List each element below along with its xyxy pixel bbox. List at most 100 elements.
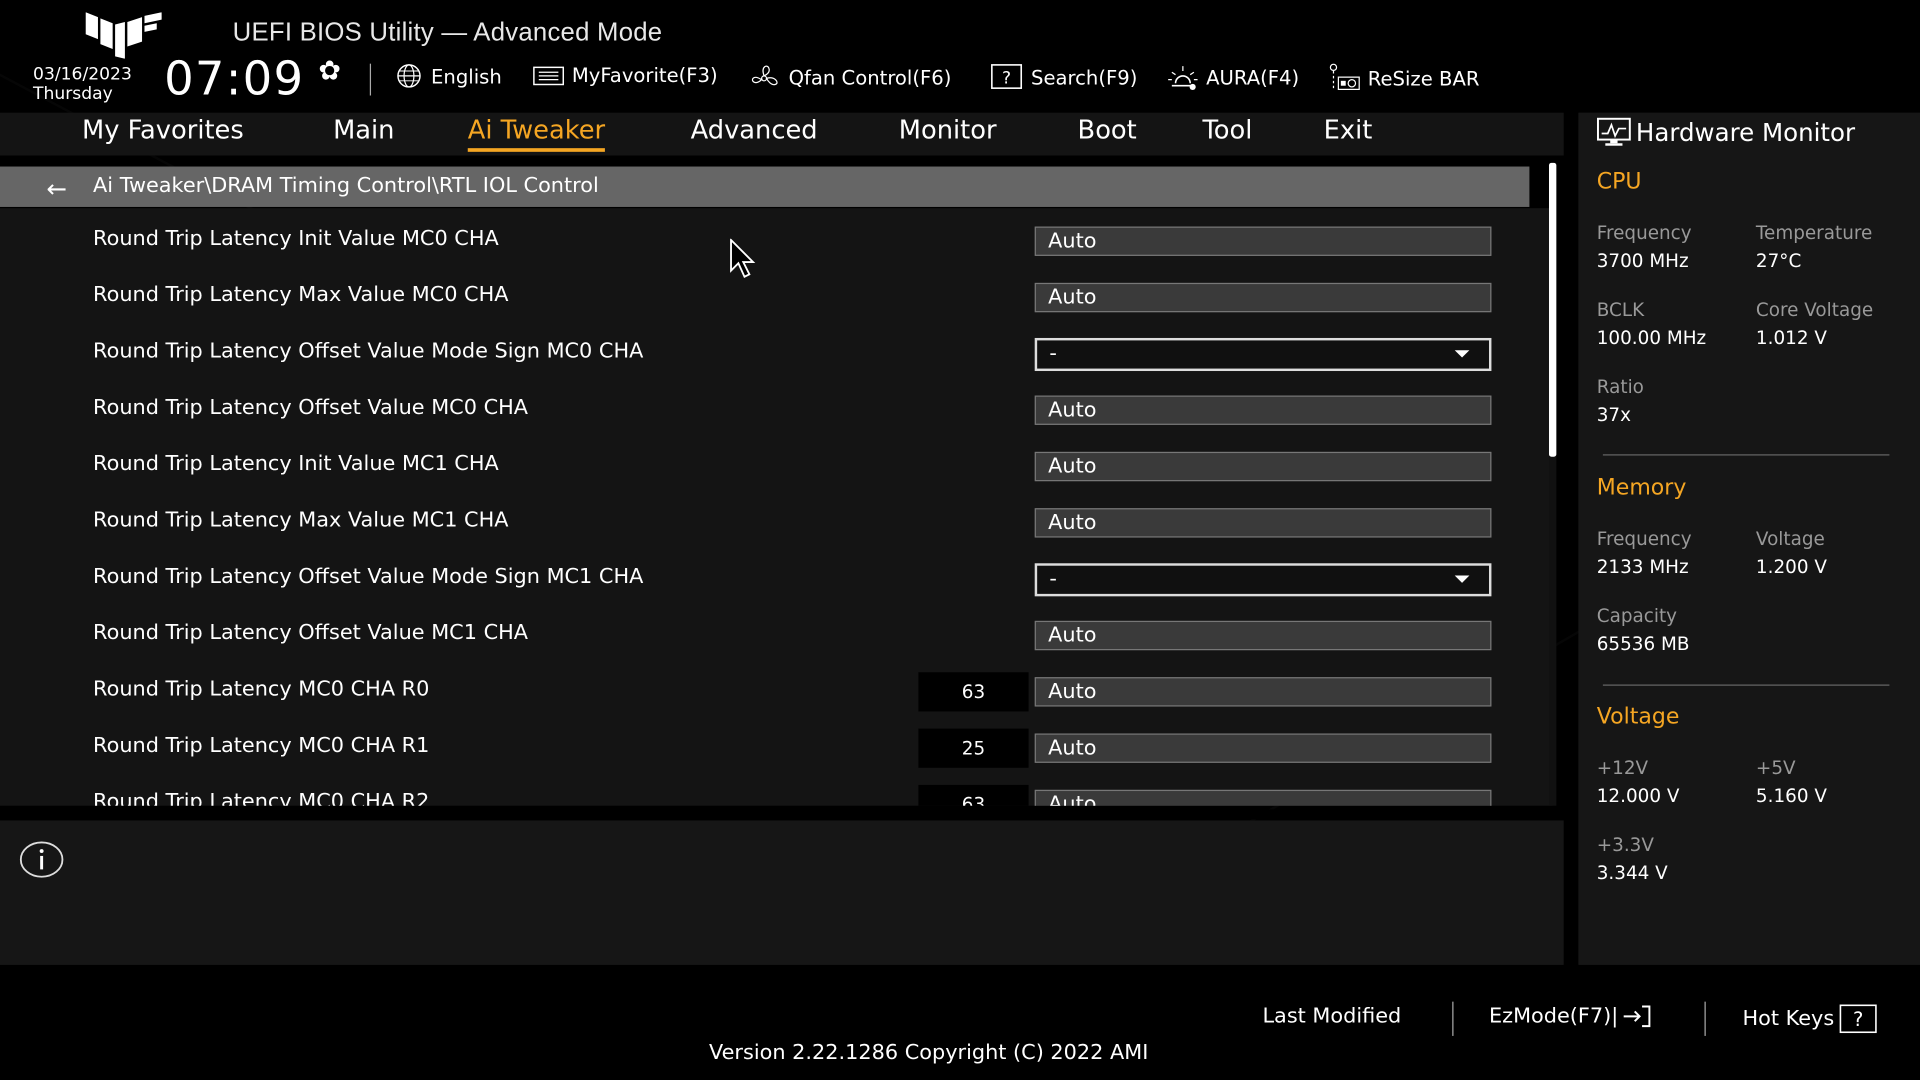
last-modified-button[interactable]: Last Modified bbox=[1262, 1004, 1401, 1028]
tab-boot[interactable]: Boot bbox=[1078, 115, 1137, 144]
app-title: UEFI BIOS Utility — Advanced Mode bbox=[232, 18, 663, 47]
v5-label: +5V bbox=[1755, 756, 1796, 779]
setting-label: Round Trip Latency Offset Value Mode Sig… bbox=[93, 564, 644, 589]
setting-value-field[interactable]: Auto bbox=[1034, 282, 1492, 313]
bclk-label: BCLK bbox=[1596, 298, 1645, 321]
memory-frequency-label: Frequency bbox=[1596, 527, 1692, 550]
favorite-list-icon bbox=[533, 66, 565, 85]
resize-bar-button[interactable]: ReSize BAR bbox=[1327, 63, 1480, 93]
bios-screen: UEFI BIOS Utility — Advanced Mode 03/16/… bbox=[0, 0, 1920, 1080]
day-text: Thursday bbox=[33, 84, 113, 105]
back-arrow-icon[interactable]: ← bbox=[47, 174, 68, 203]
search-help-icon: ? bbox=[991, 64, 1023, 89]
setting-value-field[interactable]: Auto bbox=[1034, 733, 1492, 763]
resize-bar-icon bbox=[1329, 63, 1360, 91]
qfan-control-button[interactable]: Qfan Control(F6) bbox=[748, 64, 951, 91]
scrollbar-thumb[interactable] bbox=[1548, 162, 1557, 457]
current-value: 63 bbox=[918, 672, 1029, 712]
mouse-cursor-icon bbox=[730, 238, 756, 278]
cpu-frequency-value: 3700 MHz bbox=[1596, 249, 1689, 272]
aura-button[interactable]: AURA(F4) bbox=[1166, 64, 1299, 91]
hot-keys-button[interactable]: Hot Keys ? bbox=[1742, 1004, 1878, 1034]
setting-label: Round Trip Latency Max Value MC0 CHA bbox=[93, 282, 509, 308]
tab-tool[interactable]: Tool bbox=[1202, 115, 1252, 144]
setting-dropdown[interactable]: - bbox=[1034, 563, 1492, 597]
core-voltage-label: Core Voltage bbox=[1755, 298, 1874, 321]
setting-value-field[interactable]: Auto bbox=[1034, 451, 1492, 482]
help-description-panel bbox=[0, 820, 1564, 965]
setting-value-field[interactable]: Auto bbox=[1034, 395, 1492, 425]
svg-text:?: ? bbox=[1002, 68, 1011, 88]
cpu-temperature-label: Temperature bbox=[1755, 221, 1873, 244]
search-label: Search(F9) bbox=[1031, 65, 1138, 89]
aura-label: AURA(F4) bbox=[1206, 65, 1300, 89]
header-divider bbox=[369, 63, 372, 96]
help-question-icon: ? bbox=[1839, 1004, 1877, 1034]
memory-frequency-value: 2133 MHz bbox=[1596, 555, 1689, 578]
memory-voltage-label: Voltage bbox=[1755, 527, 1825, 550]
breadcrumb: Ai Tweaker\DRAM Timing Control\RTL IOL C… bbox=[93, 173, 599, 199]
svg-text:?: ? bbox=[1853, 1008, 1863, 1031]
setting-label: Round Trip Latency Offset Value MC0 CHA bbox=[93, 395, 529, 421]
tab-advanced[interactable]: Advanced bbox=[691, 115, 818, 144]
current-value: 25 bbox=[918, 728, 1029, 768]
version-text: Version 2.22.1286 Copyright (C) 2022 AMI bbox=[708, 1040, 1149, 1066]
setting-value-field[interactable]: Auto bbox=[1034, 677, 1492, 707]
tab-exit[interactable]: Exit bbox=[1324, 115, 1373, 144]
v33-value: 3.344 V bbox=[1596, 862, 1668, 885]
date-display: 03/16/2023 Thursday bbox=[33, 65, 132, 104]
ratio-value: 37x bbox=[1596, 404, 1631, 427]
search-button[interactable]: ? Search(F9) bbox=[991, 64, 1138, 91]
language-label: English bbox=[431, 64, 502, 88]
tab-my-favorites[interactable]: My Favorites bbox=[82, 115, 244, 144]
myfavorite-button[interactable]: MyFavorite(F3) bbox=[531, 63, 718, 87]
cpu-section-title: CPU bbox=[1596, 168, 1642, 195]
hot-keys-label: Hot Keys bbox=[1742, 1006, 1835, 1032]
chevron-down-icon bbox=[1454, 350, 1470, 358]
memory-voltage-value: 1.200 V bbox=[1755, 555, 1827, 578]
language-button[interactable]: English bbox=[393, 64, 502, 88]
setting-value-field[interactable]: Auto bbox=[1034, 226, 1492, 256]
setting-value-field[interactable]: Auto bbox=[1034, 789, 1492, 806]
myfavorite-label: MyFavorite(F3) bbox=[571, 63, 718, 87]
tab-monitor[interactable]: Monitor bbox=[899, 115, 997, 144]
tuf-logo-icon bbox=[85, 12, 162, 59]
setting-label: Round Trip Latency Init Value MC1 CHA bbox=[93, 451, 499, 477]
globe-icon bbox=[397, 64, 421, 88]
fan-icon bbox=[751, 65, 778, 86]
info-icon bbox=[19, 841, 64, 878]
tab-ai-tweaker[interactable]: Ai Tweaker bbox=[467, 115, 606, 152]
clock: 07:09 bbox=[164, 51, 305, 106]
hardware-monitor-title: Hardware Monitor bbox=[1635, 117, 1856, 147]
memory-capacity-label: Capacity bbox=[1596, 604, 1678, 627]
ezmode-button[interactable]: EzMode(F7)| bbox=[1488, 1004, 1654, 1029]
setting-value-field[interactable]: Auto bbox=[1034, 508, 1492, 538]
setting-dropdown[interactable]: - bbox=[1034, 337, 1492, 372]
tab-main[interactable]: Main bbox=[333, 115, 394, 144]
aura-light-icon bbox=[1168, 66, 1198, 91]
memory-section-title: Memory bbox=[1596, 475, 1687, 501]
v12-label: +12V bbox=[1596, 756, 1649, 779]
voltage-section-title: Voltage bbox=[1596, 704, 1680, 730]
setting-label: Round Trip Latency MC0 CHA R1 bbox=[93, 733, 430, 758]
date-text: 03/16/2023 bbox=[33, 64, 132, 85]
v5-value: 5.160 V bbox=[1755, 784, 1827, 807]
cpu-temperature-value: 27°C bbox=[1755, 249, 1802, 272]
bclk-value: 100.00 MHz bbox=[1596, 326, 1707, 349]
footer-divider bbox=[1704, 1001, 1706, 1036]
resize-bar-label: ReSize BAR bbox=[1367, 66, 1480, 91]
setting-label: Round Trip Latency MC0 CHA R2 bbox=[93, 789, 430, 806]
settings-list: Round Trip Latency Init Value MC0 CHA Au… bbox=[0, 208, 1553, 806]
setting-value-field[interactable]: Auto bbox=[1034, 620, 1492, 651]
exit-to-ezmode-icon bbox=[1623, 1005, 1650, 1028]
dropdown-value: - bbox=[1049, 341, 1057, 367]
clock-settings-gear-icon[interactable]: ✿ bbox=[318, 56, 341, 87]
ezmode-label: EzMode(F7)| bbox=[1488, 1004, 1619, 1029]
core-voltage-value: 1.012 V bbox=[1755, 326, 1827, 349]
setting-label: Round Trip Latency Offset Value Mode Sig… bbox=[93, 339, 644, 364]
v33-label: +3.3V bbox=[1596, 833, 1654, 856]
list-divider bbox=[0, 809, 1562, 820]
qfan-control-label: Qfan Control(F6) bbox=[788, 65, 952, 89]
monitor-screen-icon bbox=[1596, 117, 1631, 146]
setting-label: Round Trip Latency Init Value MC0 CHA bbox=[93, 226, 499, 252]
